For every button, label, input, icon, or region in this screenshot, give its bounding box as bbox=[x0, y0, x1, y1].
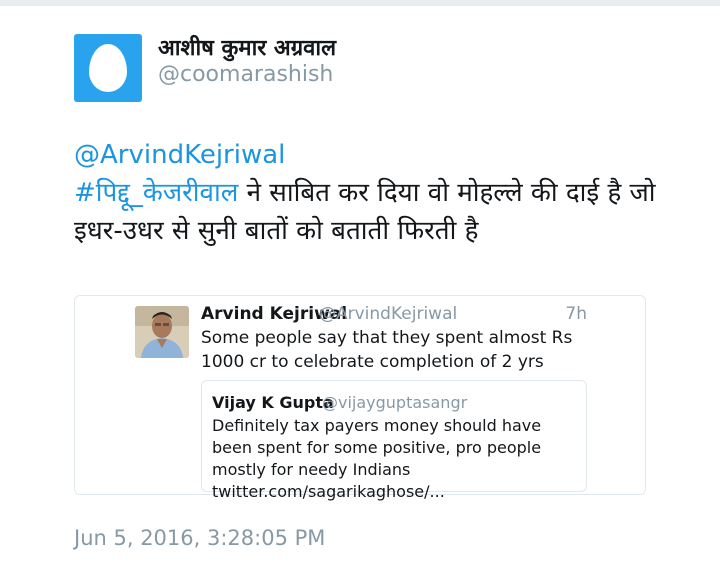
quoted-tweet-time: 7h bbox=[565, 304, 587, 324]
nested-author-handle[interactable]: @vijayguptasangr bbox=[322, 393, 467, 412]
quoted-author-handle[interactable]: @ArvindKejriwal bbox=[319, 304, 457, 324]
nested-quote-card[interactable]: Vijay K Gupta @vijayguptasangr Definitel… bbox=[201, 380, 587, 501]
quoted-tweet-card[interactable]: Arvind Kejriwal @ArvindKejriwal 7h Some … bbox=[74, 295, 646, 501]
mention-link[interactable]: @ArvindKejriwal bbox=[74, 140, 285, 170]
author-avatar[interactable] bbox=[74, 34, 142, 102]
quoted-tweet-text: Some people say that they spent almost R… bbox=[201, 328, 573, 372]
nested-author-name[interactable]: Vijay K Gupta bbox=[212, 393, 334, 412]
hashtag-link[interactable]: #पिद्दू_केजरीवाल bbox=[74, 178, 238, 208]
nested-quote-text: Definitely tax payers money should have … bbox=[212, 416, 542, 501]
top-divider bbox=[0, 0, 720, 6]
tweet-timestamp: Jun 5, 2016, 3:28:05 PM bbox=[74, 526, 326, 550]
author-display-name[interactable]: आशीष कुमार अग्रवाल bbox=[158, 32, 336, 62]
default-egg-icon bbox=[89, 44, 127, 92]
tweet-text: @ArvindKejriwal #पिद्दू_केजरीवाल ने साबि… bbox=[74, 136, 674, 250]
author-handle[interactable]: @coomarashish bbox=[158, 62, 333, 87]
profile-photo-icon[interactable] bbox=[135, 306, 189, 358]
